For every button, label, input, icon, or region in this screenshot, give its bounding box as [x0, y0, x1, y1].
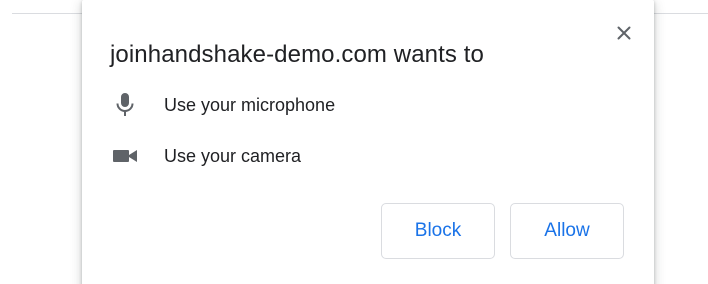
page-divider [12, 13, 82, 14]
block-button[interactable]: Block [381, 203, 495, 259]
permission-label-camera: Use your camera [164, 145, 302, 166]
camera-icon [112, 143, 138, 169]
permission-label-microphone: Use your microphone [164, 94, 336, 115]
close-icon [617, 26, 631, 40]
dialog-title: joinhandshake-demo.com wants to [110, 41, 484, 68]
browser-viewport: joinhandshake-demo.com wants to Use your… [0, 0, 708, 284]
close-button[interactable] [612, 21, 636, 45]
permission-dialog: joinhandshake-demo.com wants to Use your… [82, 0, 654, 284]
microphone-icon [112, 92, 138, 118]
allow-button[interactable]: Allow [510, 203, 624, 259]
permission-row-camera: Use your camera [112, 143, 301, 169]
page-divider [654, 13, 708, 14]
permission-row-microphone: Use your microphone [112, 92, 335, 118]
